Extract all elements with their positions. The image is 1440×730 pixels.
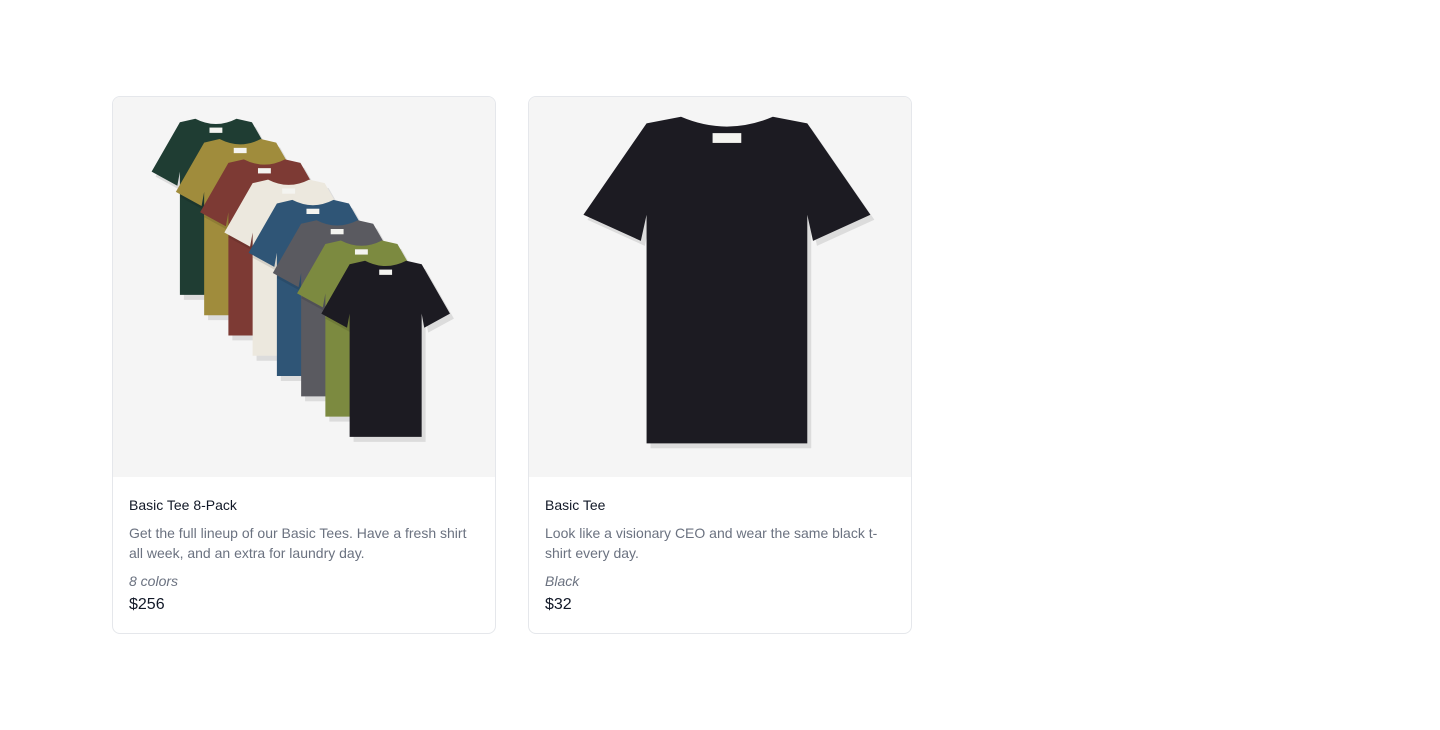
product-name[interactable]: Basic Tee 8-Pack <box>129 495 479 515</box>
product-info: Basic Tee 8-Pack Get the full lineup of … <box>113 477 495 633</box>
product-options: Black <box>545 573 580 589</box>
product-grid: Basic Tee 8-Pack Get the full lineup of … <box>112 96 912 634</box>
product-card-basic-tee[interactable]: Basic Tee Look like a visionary CEO and … <box>528 96 912 634</box>
tshirt-stack-image <box>151 118 454 442</box>
product-description: Look like a visionary CEO and wear the s… <box>545 525 878 561</box>
tshirt-image <box>583 116 875 449</box>
product-price: $32 <box>545 596 572 613</box>
product-price: $256 <box>129 596 165 613</box>
product-options: 8 colors <box>129 573 179 589</box>
product-description: Get the full lineup of our Basic Tees. H… <box>129 525 467 561</box>
product-name[interactable]: Basic Tee <box>545 495 895 515</box>
product-info: Basic Tee Look like a visionary CEO and … <box>529 477 911 633</box>
product-image-basic-tee[interactable] <box>529 97 911 477</box>
black-tshirt-icon <box>583 116 875 449</box>
product-card-basic-tee-8-pack[interactable]: Basic Tee 8-Pack Get the full lineup of … <box>112 96 496 634</box>
product-image-basic-tee-8-pack[interactable] <box>113 97 495 477</box>
